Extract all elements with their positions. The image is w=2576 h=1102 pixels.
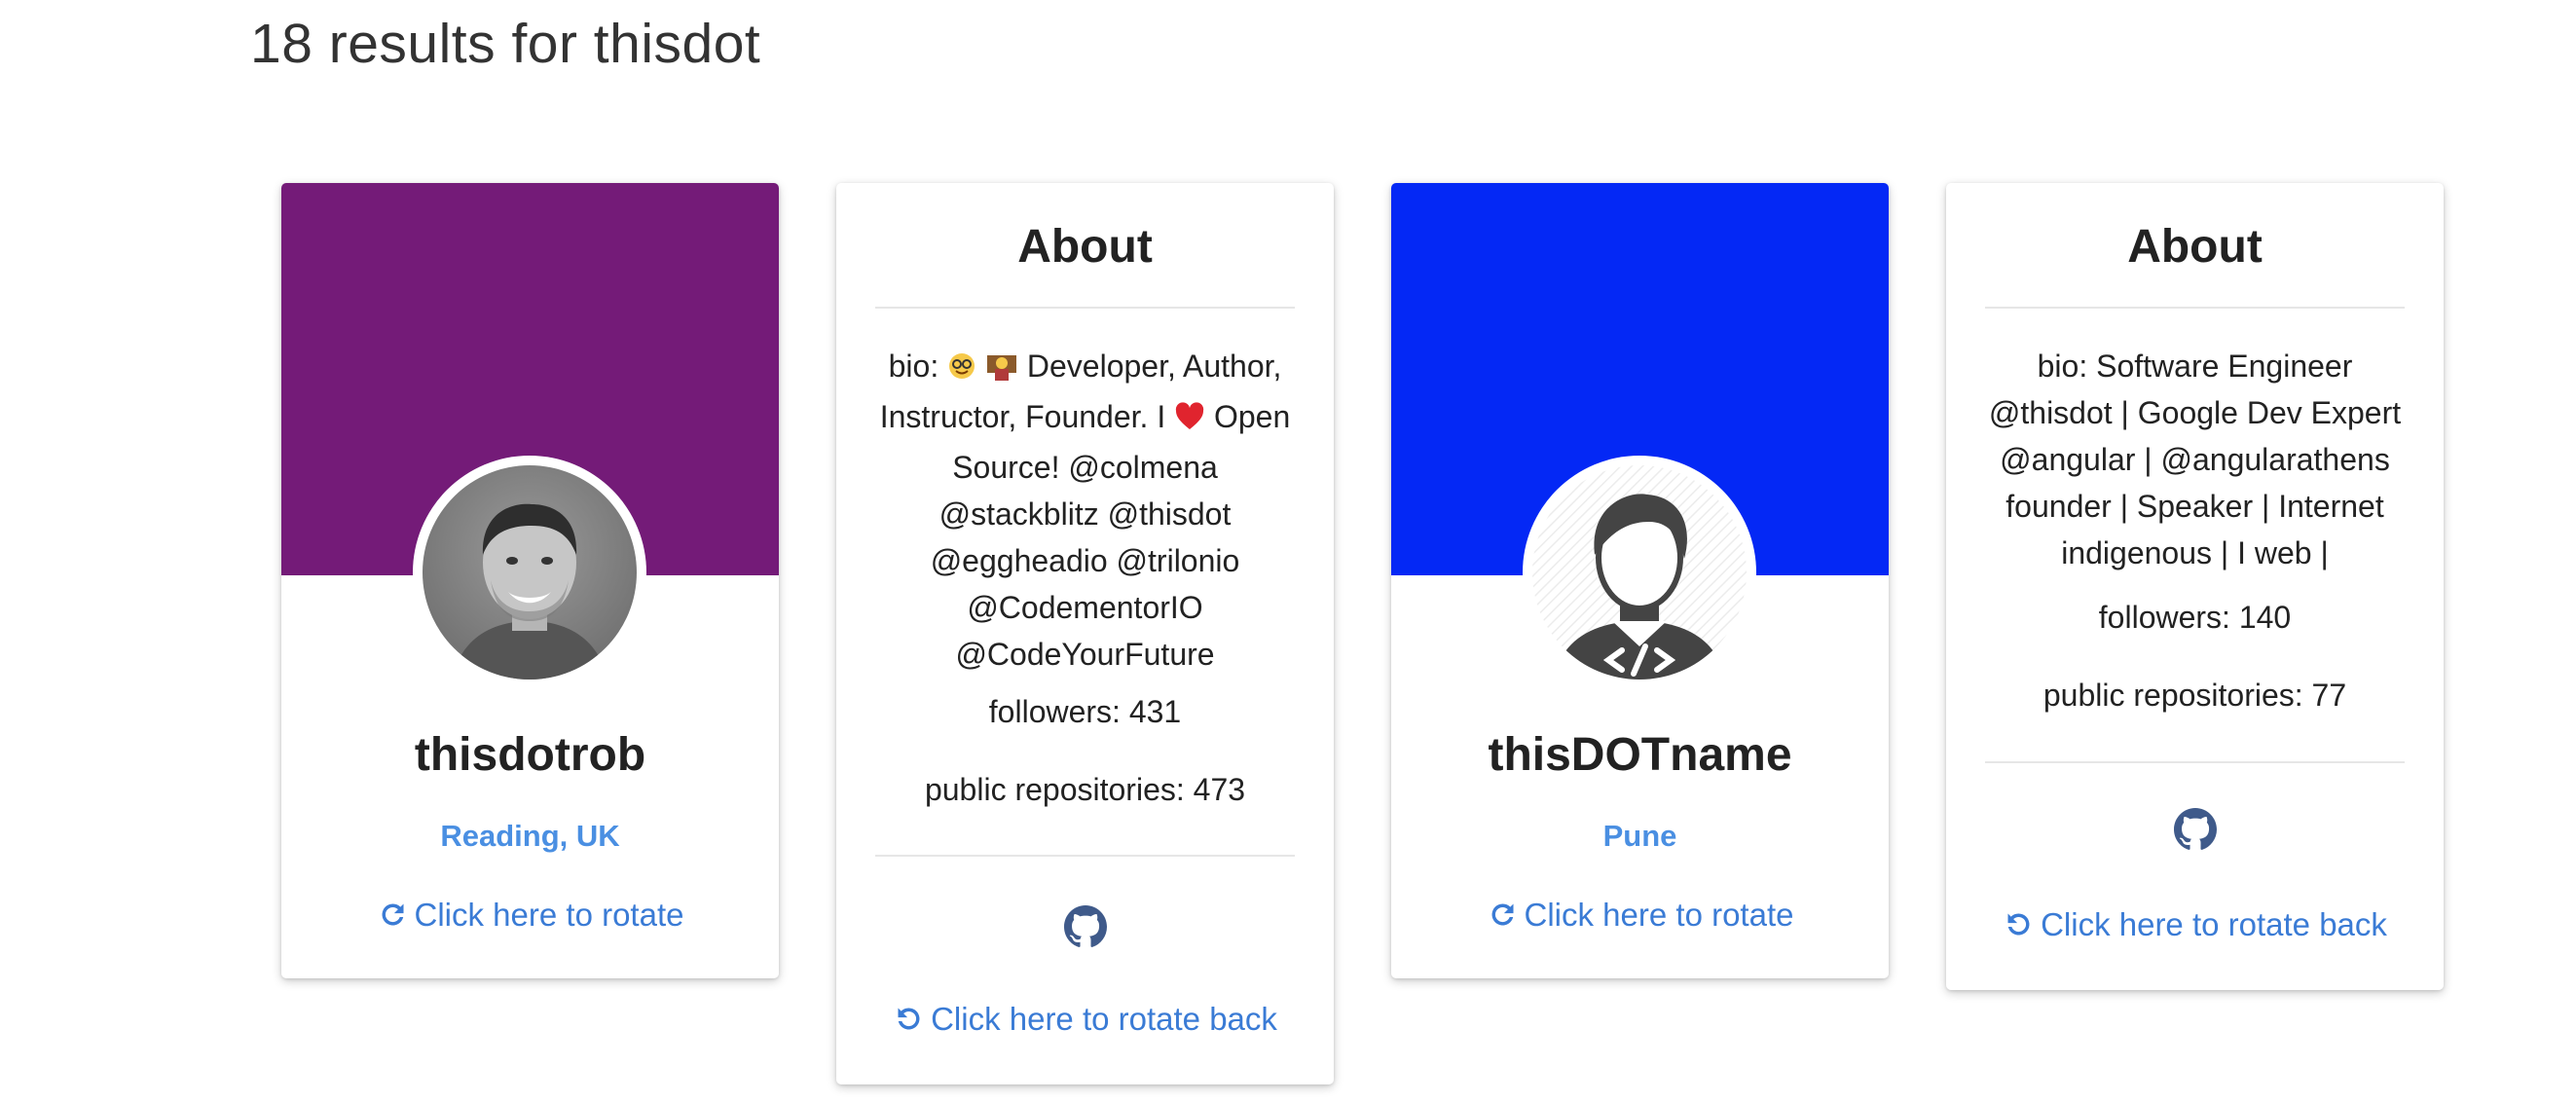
rotate-back-label: Click here to rotate back: [931, 1001, 1277, 1037]
user-card-front-thisdotrob: thisdotrob Reading, UK Click here to rot…: [281, 183, 779, 978]
username: thisDOTname: [1488, 729, 1792, 781]
user-card-back-thisdotrob: About bio: Developer, Author, Instructor…: [836, 183, 1334, 1084]
about-title: About: [2127, 221, 2263, 273]
rotate-button[interactable]: Click here to rotate: [1391, 897, 1889, 934]
public-repos-count: public repositories: 473: [924, 772, 1246, 807]
user-location: Pune: [1602, 819, 1677, 853]
red-heart-icon: [1174, 397, 1205, 444]
divider: [875, 855, 1295, 857]
user-bio: bio: Developer, Author, Instructor, Foun…: [875, 343, 1295, 678]
divider: [1985, 761, 2405, 763]
divider: [1985, 307, 2405, 309]
rotate-label: Click here to rotate: [1524, 897, 1794, 933]
developer-avatar-icon: [1532, 465, 1747, 680]
divider: [875, 307, 1295, 309]
results-title: 18 results for thisdot: [250, 13, 761, 75]
rotate-back-label: Click here to rotate back: [2041, 906, 2387, 942]
about-title: About: [1017, 221, 1153, 273]
followers-count: followers: 140: [2098, 600, 2292, 635]
github-icon[interactable]: [2173, 808, 2217, 851]
bio-prefix: bio:: [888, 349, 939, 384]
rotate-back-button[interactable]: Click here to rotate back: [1946, 906, 2444, 943]
nerd-face-icon: [947, 347, 976, 393]
avatar: [1523, 456, 1756, 689]
user-location: Reading, UK: [440, 819, 620, 853]
rotate-button[interactable]: Click here to rotate: [281, 897, 779, 934]
followers-count: followers: 431: [988, 694, 1182, 729]
rotate-ccw-icon: [2007, 913, 2030, 936]
rotate-cw-icon: [1491, 903, 1514, 926]
user-card-front-thisDOTname: thisDOTname Pune Click here to rotate: [1391, 183, 1889, 978]
rotate-back-button[interactable]: Click here to rotate back: [836, 1001, 1334, 1038]
user-card-back-thisDOTname: About bio: Software Engineer @thisdot | …: [1946, 183, 2444, 990]
avatar: [413, 456, 646, 689]
user-bio: bio: Software Engineer @thisdot | Google…: [1988, 349, 2402, 570]
person-photo-icon: [423, 465, 637, 680]
public-repos-count: public repositories: 77: [2042, 678, 2347, 713]
bio-suffix: Open Source! @colmena @stackblitz @thisd…: [930, 399, 1291, 672]
github-icon[interactable]: [1063, 905, 1107, 948]
username: thisdotrob: [414, 729, 646, 781]
rotate-label: Click here to rotate: [414, 897, 684, 933]
teacher-icon: [985, 347, 1018, 393]
rotate-cw-icon: [382, 903, 404, 926]
rotate-ccw-icon: [898, 1008, 920, 1030]
